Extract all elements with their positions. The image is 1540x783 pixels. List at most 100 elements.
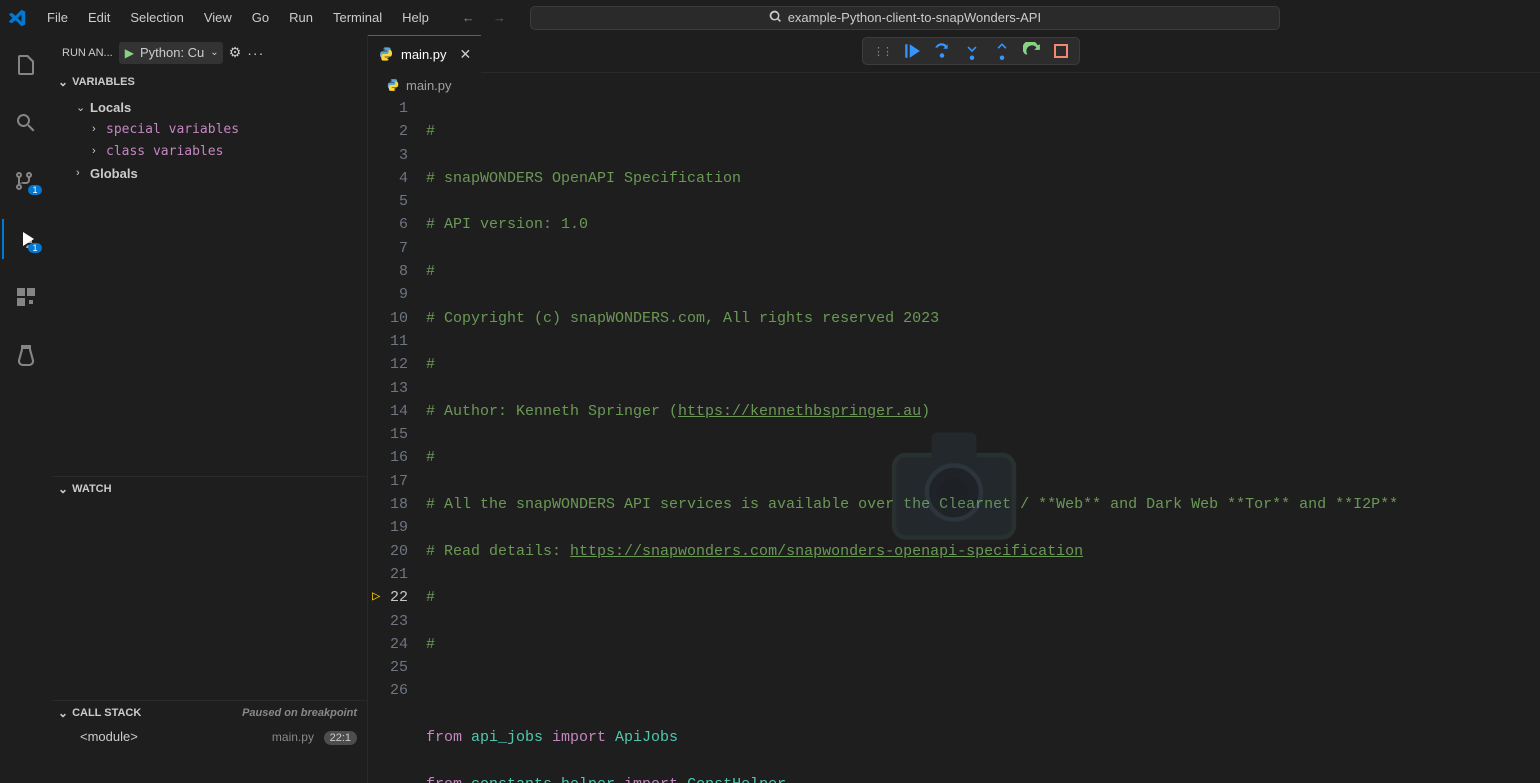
activity-source-control[interactable]: 1 xyxy=(2,161,50,201)
command-center[interactable]: example-Python-client-to-snapWonders-API xyxy=(530,6,1280,30)
globals-label: Globals xyxy=(90,166,138,181)
menu-terminal[interactable]: Terminal xyxy=(324,6,391,29)
locals-label: Locals xyxy=(90,100,131,115)
line-gutter: 1234 5678 9101112 13141516 17181920 21 ▷… xyxy=(368,97,426,783)
variables-body: ⌄ Locals › special variables › class var… xyxy=(52,94,367,186)
code-line xyxy=(426,679,1540,702)
tabs-bar: main.py ✕ ⋮⋮ xyxy=(368,35,1540,73)
continue-icon[interactable] xyxy=(903,42,921,60)
activity-explorer[interactable] xyxy=(2,45,50,85)
frame-file: main.py xyxy=(272,730,314,744)
code-line: # xyxy=(426,356,435,373)
code-content[interactable]: # # snapWONDERS OpenAPI Specification # … xyxy=(426,97,1540,783)
breadcrumbs[interactable]: main.py xyxy=(368,73,1540,97)
debug-toolbar[interactable]: ⋮⋮ xyxy=(862,37,1080,65)
debug-config-label: Python: Cu xyxy=(140,45,204,60)
menu-run[interactable]: Run xyxy=(280,6,322,29)
watch-body xyxy=(52,500,367,700)
menu-selection[interactable]: Selection xyxy=(121,6,192,29)
watch-section-header[interactable]: ⌄ WATCH xyxy=(52,476,367,500)
class-vars-label: class variables xyxy=(106,144,223,159)
vscode-logo-icon xyxy=(8,9,26,27)
variables-title: VARIABLES xyxy=(72,76,135,88)
tab-main-py[interactable]: main.py ✕ xyxy=(368,35,481,73)
step-over-icon[interactable] xyxy=(933,42,951,60)
frame-line: 22:1 xyxy=(324,731,357,745)
callstack-title: CALL STACK xyxy=(72,707,141,719)
variables-class[interactable]: › class variables xyxy=(52,140,367,162)
code-line: # xyxy=(426,263,435,280)
menu-go[interactable]: Go xyxy=(243,6,278,29)
callstack-frame[interactable]: <module> main.py 22:1 xyxy=(52,725,367,747)
variables-locals[interactable]: ⌄ Locals xyxy=(52,96,367,118)
chevron-down-icon: ⌄ xyxy=(58,75,68,89)
code-line: from api_jobs import ApiJobs xyxy=(426,726,1540,749)
more-actions-icon[interactable]: ··· xyxy=(247,45,264,61)
activity-testing[interactable] xyxy=(2,335,50,375)
menu-view[interactable]: View xyxy=(195,6,241,29)
chevron-right-icon: › xyxy=(92,123,106,135)
nav-arrows: ← → xyxy=(462,10,506,25)
chevron-right-icon: › xyxy=(92,145,106,157)
breakpoint-current-icon: ▷ xyxy=(372,586,380,609)
code-line: # xyxy=(426,449,435,466)
chevron-down-icon: ⌄ xyxy=(58,482,68,496)
search-icon xyxy=(769,10,782,26)
debug-config-selector[interactable]: ▶ Python: Cu ⌄ xyxy=(119,42,223,64)
step-into-icon[interactable] xyxy=(963,42,981,60)
stop-icon[interactable] xyxy=(1053,43,1069,59)
menu-help[interactable]: Help xyxy=(393,6,438,29)
callstack-section: ⌄ CALL STACK Paused on breakpoint <modul… xyxy=(52,700,367,783)
python-file-icon xyxy=(386,78,400,92)
frame-name: <module> xyxy=(80,729,138,744)
nav-forward-icon: → xyxy=(493,10,506,25)
activity-extensions[interactable] xyxy=(2,277,50,317)
code-line: # All the snapWONDERS API services is av… xyxy=(426,496,1398,513)
sidebar: RUN AN... ▶ Python: Cu ⌄ ⚙ ··· ⌄ VARIABL… xyxy=(52,35,368,783)
chevron-down-icon[interactable]: ⌄ xyxy=(210,47,218,58)
editor[interactable]: 1234 5678 9101112 13141516 17181920 21 ▷… xyxy=(368,97,1540,783)
code-line: # xyxy=(426,123,435,140)
variables-special[interactable]: › special variables xyxy=(52,118,367,140)
code-line: # snapWONDERS OpenAPI Specification xyxy=(426,170,741,187)
restart-icon[interactable] xyxy=(1023,42,1041,60)
watch-title: WATCH xyxy=(72,483,112,495)
activity-search[interactable] xyxy=(2,103,50,143)
tab-label: main.py xyxy=(401,47,447,62)
chevron-right-icon: › xyxy=(76,167,90,179)
special-vars-label: special variables xyxy=(106,122,239,137)
code-line: # Read details: https://snapwonders.com/… xyxy=(426,540,1540,563)
nav-back-icon[interactable]: ← xyxy=(462,10,475,25)
code-line: # Author: Kenneth Springer (https://kenn… xyxy=(426,400,1540,423)
menu-edit[interactable]: Edit xyxy=(79,6,119,29)
debug-settings-gear-icon[interactable]: ⚙ xyxy=(229,44,242,61)
close-tab-icon[interactable]: ✕ xyxy=(460,46,472,63)
chevron-down-icon: ⌄ xyxy=(76,101,90,114)
debug-badge: 1 xyxy=(28,243,42,253)
callstack-section-header[interactable]: ⌄ CALL STACK Paused on breakpoint xyxy=(52,701,367,725)
title-bar: File Edit Selection View Go Run Terminal… xyxy=(0,0,1540,35)
code-line: # Copyright (c) snapWONDERS.com, All rig… xyxy=(426,310,939,327)
sidebar-header: RUN AN... ▶ Python: Cu ⌄ ⚙ ··· xyxy=(52,35,367,70)
code-line: from constants_helper import ConstHelper xyxy=(426,773,1540,783)
activity-bar: 1 1 xyxy=(0,35,52,783)
code-line: # API version: 1.0 xyxy=(426,216,588,233)
start-debug-icon[interactable]: ▶ xyxy=(125,46,134,60)
chevron-down-icon: ⌄ xyxy=(58,706,68,720)
code-line: # xyxy=(426,589,435,606)
paused-label: Paused on breakpoint xyxy=(242,707,357,719)
step-out-icon[interactable] xyxy=(993,42,1011,60)
variables-section-header[interactable]: ⌄ VARIABLES xyxy=(52,70,367,94)
source-control-badge: 1 xyxy=(28,185,42,195)
menu-file[interactable]: File xyxy=(38,6,77,29)
variables-globals[interactable]: › Globals xyxy=(52,162,367,184)
sidebar-title: RUN AN... xyxy=(62,47,113,59)
search-text: example-Python-client-to-snapWonders-API xyxy=(788,10,1041,25)
breadcrumb-file[interactable]: main.py xyxy=(406,78,452,93)
menu-bar: File Edit Selection View Go Run Terminal… xyxy=(38,6,438,29)
python-file-icon xyxy=(378,46,394,62)
editor-group: main.py ✕ ⋮⋮ xyxy=(368,35,1540,783)
activity-run-debug[interactable]: 1 xyxy=(2,219,50,259)
code-line: # xyxy=(426,636,435,653)
drag-handle-icon[interactable]: ⋮⋮ xyxy=(873,45,891,58)
